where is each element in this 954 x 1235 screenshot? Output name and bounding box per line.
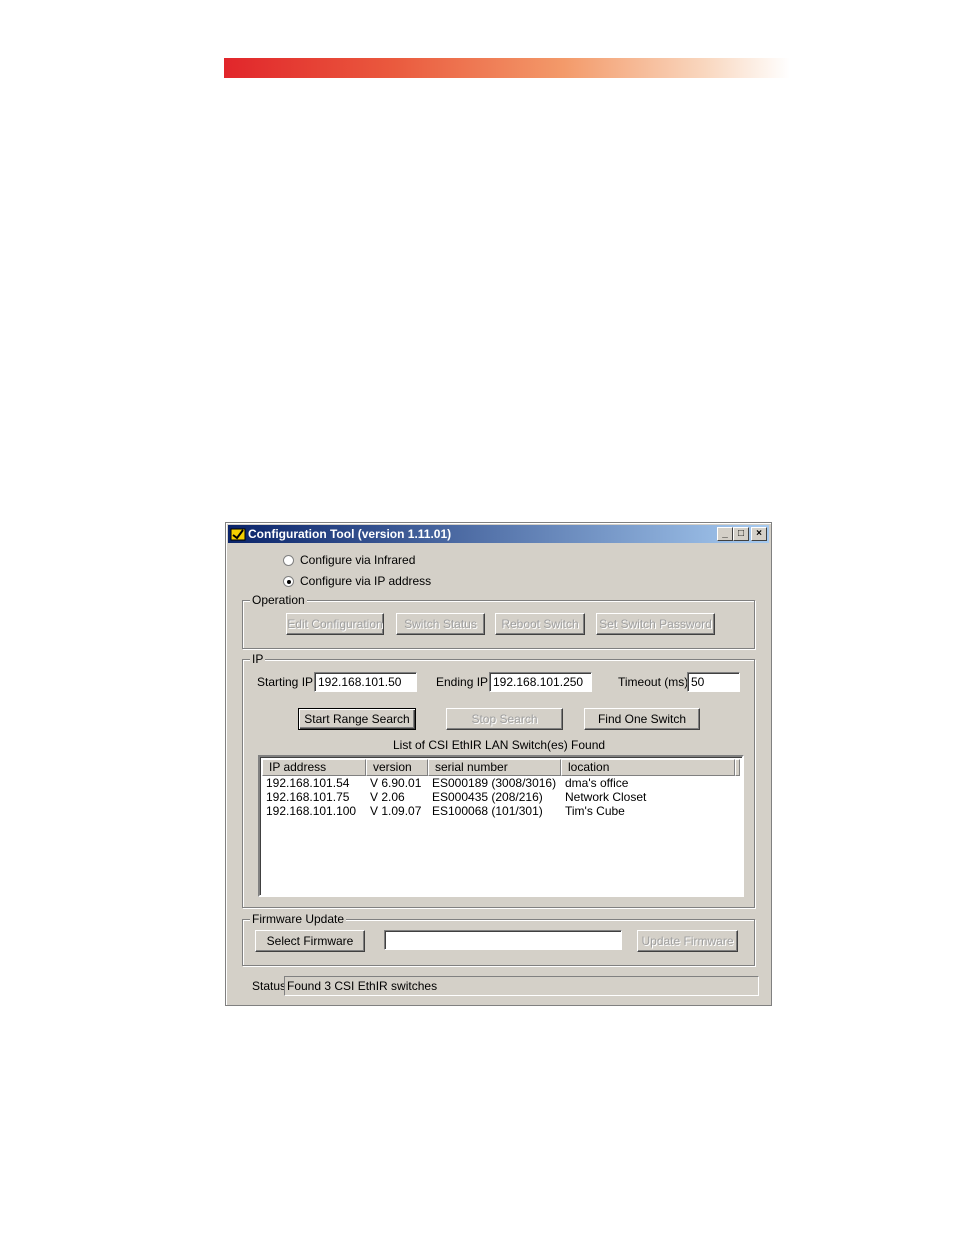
cell-version: V 6.90.01 — [370, 776, 422, 790]
radio-infrared[interactable]: Configure via Infrared — [283, 553, 415, 567]
table-row[interactable]: 192.168.101.75 V 2.06 ES000435 (208/216)… — [264, 790, 740, 804]
start-range-search-button[interactable]: Start Range Search — [298, 708, 416, 730]
column-filler — [735, 759, 740, 776]
cell-serial: ES000189 (3008/3016) — [432, 776, 557, 790]
radio-ip-indicator[interactable] — [283, 575, 294, 587]
timeout-input[interactable]: 50 — [687, 672, 740, 692]
radio-ip-address[interactable]: Configure via IP address — [283, 574, 431, 588]
header-gradient-bar — [224, 58, 790, 78]
switch-status-button[interactable]: Switch Status — [396, 613, 485, 635]
column-ip-address[interactable]: IP address — [262, 759, 366, 776]
edit-configuration-button[interactable]: Edit Configuration — [286, 613, 384, 635]
column-version[interactable]: version — [366, 759, 428, 776]
operation-group-label: Operation — [250, 593, 307, 607]
cell-location: Network Closet — [565, 790, 647, 804]
cell-ip: 192.168.101.100 — [266, 804, 357, 818]
window-title: Configuration Tool (version 1.11.01) — [248, 527, 452, 541]
table-row[interactable]: 192.168.101.54 V 6.90.01 ES000189 (3008/… — [264, 776, 740, 790]
set-switch-password-button[interactable]: Set Switch Password — [596, 613, 715, 635]
firmware-update-group-label: Firmware Update — [250, 912, 347, 926]
radio-infrared-indicator[interactable] — [283, 554, 294, 566]
radio-infrared-label: Configure via Infrared — [300, 553, 416, 567]
configuration-tool-window: Configuration Tool (version 1.11.01) _ □… — [225, 522, 772, 1006]
minimize-button[interactable]: _ — [717, 527, 733, 541]
column-location[interactable]: location — [561, 759, 735, 776]
switch-list-header: IP address version serial number locatio… — [262, 759, 740, 776]
update-firmware-button[interactable]: Update Firmware — [637, 930, 738, 952]
cell-location: Tim's Cube — [565, 804, 625, 818]
cell-location: dma's office — [565, 776, 629, 790]
firmware-file-input[interactable] — [384, 930, 622, 950]
find-one-switch-button[interactable]: Find One Switch — [584, 708, 700, 730]
switch-list-caption: List of CSI EthIR LAN Switch(es) Found — [393, 738, 606, 752]
ip-group-label: IP — [250, 652, 266, 666]
switch-list[interactable]: IP address version serial number locatio… — [258, 755, 744, 897]
starting-ip-label: Starting IP — [257, 675, 314, 689]
table-row[interactable]: 192.168.101.100 V 1.09.07 ES100068 (101/… — [264, 804, 740, 818]
stop-search-button[interactable]: Stop Search — [446, 708, 563, 730]
column-serial-number[interactable]: serial number — [428, 759, 561, 776]
timeout-label: Timeout (ms) — [618, 675, 689, 689]
status-label: Status — [252, 979, 287, 993]
app-icon — [230, 528, 246, 541]
cell-serial: ES000435 (208/216) — [432, 790, 543, 804]
cell-ip: 192.168.101.75 — [266, 790, 350, 804]
maximize-button[interactable]: □ — [733, 527, 749, 541]
starting-ip-input[interactable]: 192.168.101.50 — [314, 672, 417, 692]
cell-version: V 1.09.07 — [370, 804, 422, 818]
status-field: Found 3 CSI EthIR switches — [284, 976, 759, 996]
firmware-update-group: Firmware Update Select Firmware Update F… — [242, 912, 755, 966]
radio-ip-label: Configure via IP address — [300, 574, 432, 588]
title-bar[interactable]: Configuration Tool (version 1.11.01) _ □… — [228, 525, 769, 543]
reboot-switch-button[interactable]: Reboot Switch — [495, 613, 585, 635]
select-firmware-button[interactable]: Select Firmware — [255, 930, 365, 952]
cell-version: V 2.06 — [370, 790, 405, 804]
cell-ip: 192.168.101.54 — [266, 776, 350, 790]
ending-ip-input[interactable]: 192.168.101.250 — [489, 672, 592, 692]
close-button[interactable]: × — [751, 527, 767, 541]
operation-group: Operation Edit Configuration Switch Stat… — [242, 593, 755, 649]
cell-serial: ES100068 (101/301) — [432, 804, 543, 818]
ending-ip-label: Ending IP — [436, 675, 489, 689]
